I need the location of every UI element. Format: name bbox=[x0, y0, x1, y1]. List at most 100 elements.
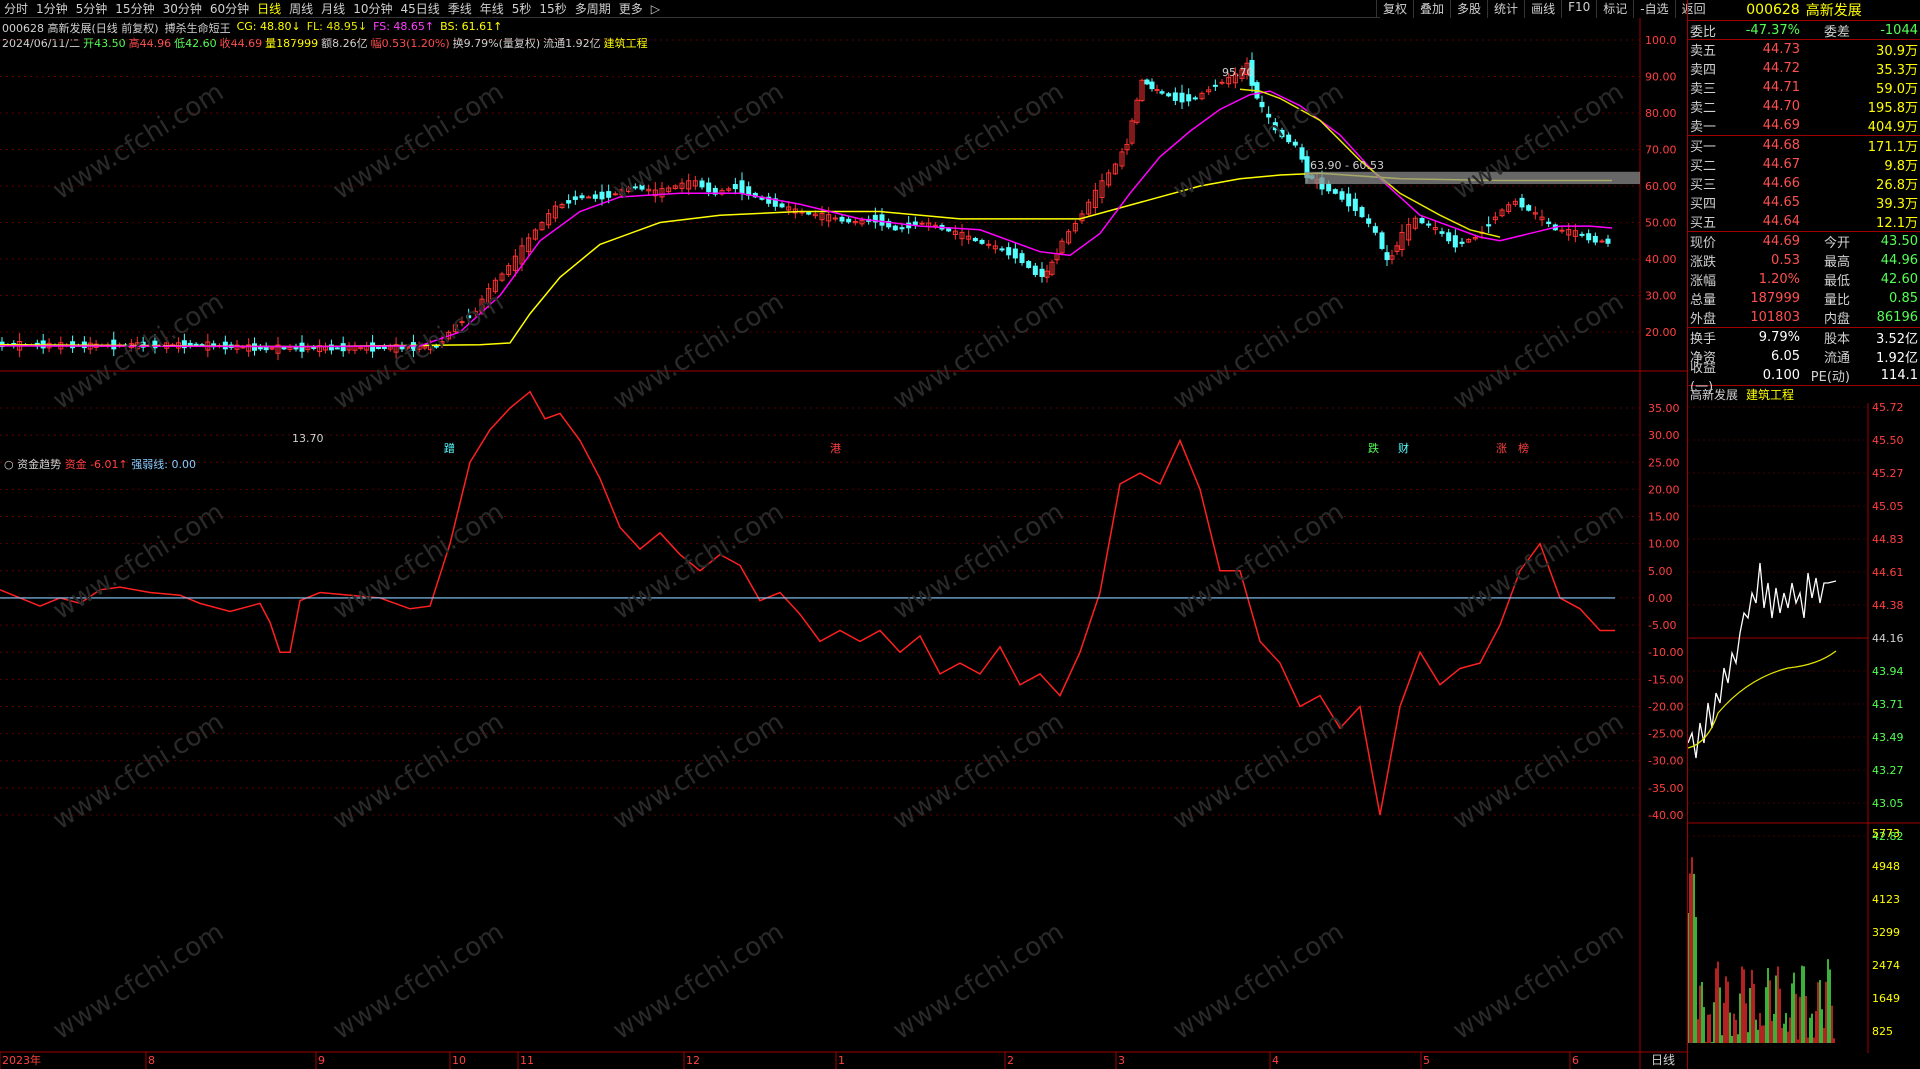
stat-row-1: 涨跌 0.53 最高 44.96 bbox=[1690, 253, 1918, 270]
candle-body bbox=[899, 227, 905, 230]
candle-body bbox=[846, 218, 852, 223]
candle-body bbox=[606, 191, 612, 198]
watermark-text: www.cfchi.com bbox=[888, 287, 1069, 416]
mini-price-label: 43.94 bbox=[1872, 665, 1904, 678]
watermark-text: www.cfchi.com bbox=[328, 917, 509, 1046]
quote-panel: 000628 高新发展 委比 -47.37% 委差 -1044 卖五 44.73 3… bbox=[1687, 0, 1920, 1069]
price-tick-label: 40.00 bbox=[1645, 253, 1677, 266]
watermark-text: www.cfchi.com bbox=[608, 917, 789, 1046]
zone-label: 63.90 - 60.53 bbox=[1310, 159, 1384, 172]
watermark-text: www.cfchi.com bbox=[608, 707, 789, 836]
mini-price-label: 45.27 bbox=[1872, 467, 1904, 480]
low-price-label: 13.70 bbox=[292, 432, 324, 445]
candle-body bbox=[1366, 218, 1372, 224]
candle-body bbox=[381, 346, 387, 349]
candle-body bbox=[1154, 88, 1160, 91]
indicator-tick-label: -40.00 bbox=[1648, 809, 1683, 822]
watermark-text: www.cfchi.com bbox=[888, 707, 1069, 836]
candle-body bbox=[1179, 92, 1185, 103]
candle-body bbox=[1459, 241, 1465, 244]
time-tick-label: 9 bbox=[318, 1054, 325, 1067]
candle-body bbox=[1026, 261, 1032, 268]
mini-price-label: 44.16 bbox=[1872, 632, 1904, 645]
candle-body bbox=[919, 222, 925, 225]
time-tick-label: 11 bbox=[520, 1054, 534, 1067]
mini-avg-line bbox=[1687, 650, 1837, 749]
mini-price-label: 45.72 bbox=[1872, 403, 1904, 414]
event-marker: 榜 bbox=[1518, 441, 1529, 455]
candle-body bbox=[1346, 193, 1352, 207]
candle-body bbox=[1219, 81, 1225, 84]
quote-name: 高新发展 bbox=[1805, 3, 1862, 19]
indicator-tick-label: -25.00 bbox=[1648, 728, 1683, 741]
watermark-text: www.cfchi.com bbox=[48, 77, 229, 206]
candle-body bbox=[1186, 94, 1192, 102]
indicator-tick-label: -15.00 bbox=[1648, 673, 1683, 686]
candle-body bbox=[572, 196, 578, 200]
indicator-tick-label: -5.00 bbox=[1648, 619, 1676, 632]
candle-body bbox=[706, 182, 712, 193]
candle-body bbox=[946, 228, 952, 232]
candle-body bbox=[732, 184, 738, 190]
mini-volume-label: 2474 bbox=[1872, 959, 1900, 972]
watermark-text: www.cfchi.com bbox=[608, 497, 789, 626]
candle-body bbox=[1452, 235, 1458, 248]
candle-body bbox=[599, 191, 605, 200]
candle-body bbox=[1192, 97, 1198, 100]
mini-title: 高新发展 bbox=[1690, 388, 1739, 402]
watermark-text: www.cfchi.com bbox=[1448, 497, 1629, 626]
mini-volume-label: 5773 bbox=[1872, 827, 1900, 840]
watermark-text: www.cfchi.com bbox=[328, 707, 509, 836]
candlestick-chart[interactable]: 100.090.0080.0070.0060.0050.0040.0030.00… bbox=[0, 0, 1687, 1069]
candle-body bbox=[193, 343, 199, 346]
candle-body bbox=[1259, 101, 1265, 108]
indicator-tick-label: 10.00 bbox=[1648, 538, 1680, 551]
sell-levels: 卖五 44.73 30.9万 卖四 44.72 35.3万 卖三 44.71 59.0万 卖二 44… bbox=[1688, 39, 1920, 135]
indicator-name: ○ 资金趋势 bbox=[4, 457, 65, 471]
watermark-text: www.cfchi.com bbox=[888, 77, 1069, 206]
candle-body bbox=[1546, 221, 1552, 225]
candle-body bbox=[999, 248, 1005, 251]
stat-row-2: 涨幅 1.20% 最低 42.60 bbox=[1690, 272, 1918, 289]
candle-body bbox=[1144, 79, 1150, 85]
candle-body bbox=[1526, 205, 1532, 211]
candle-body bbox=[1019, 253, 1025, 264]
fund-value: 资金 -6.01↑ bbox=[65, 457, 132, 471]
candle-body bbox=[1519, 197, 1525, 208]
candle-body bbox=[1326, 183, 1332, 192]
watermark-text: www.cfchi.com bbox=[48, 707, 229, 836]
price-tick-label: 70.00 bbox=[1645, 144, 1677, 157]
sell-level-2: 卖三 44.71 59.0万 bbox=[1690, 80, 1918, 97]
candle-body bbox=[579, 195, 585, 199]
candle-body bbox=[1172, 92, 1178, 101]
stat-row-0: 现价 44.69 今开 43.50 bbox=[1690, 234, 1918, 251]
mini-price-label: 44.83 bbox=[1872, 533, 1904, 546]
sell-level-3: 卖二 44.70 195.8万 bbox=[1690, 99, 1918, 116]
stat2-row-0: 换手 9.79% 股本 3.52亿 bbox=[1690, 330, 1918, 347]
ma-yellow-line bbox=[0, 172, 1612, 348]
mini-volume-label: 4948 bbox=[1872, 860, 1900, 873]
candle-body bbox=[311, 346, 317, 349]
time-tick-label: 3 bbox=[1118, 1054, 1125, 1067]
price-tick-label: 20.00 bbox=[1645, 326, 1677, 339]
time-tick-label: 1 bbox=[838, 1054, 845, 1067]
time-tick-label: 12 bbox=[686, 1054, 700, 1067]
candle-body bbox=[1592, 235, 1598, 243]
stats-block: 现价 44.69 今开 43.50 涨跌 0.53 最高 44.96 涨幅 1.20% 最低 42.6… bbox=[1688, 231, 1920, 327]
watermark-text: www.cfchi.com bbox=[608, 287, 789, 416]
indicator-tick-label: 30.00 bbox=[1648, 429, 1680, 442]
mini-volume-label: 825 bbox=[1872, 1025, 1893, 1038]
candle-body bbox=[1579, 233, 1585, 236]
candle-body bbox=[832, 217, 838, 220]
candle-body bbox=[375, 346, 381, 349]
candle-body bbox=[340, 343, 346, 352]
mini-volume-label: 3299 bbox=[1872, 926, 1900, 939]
candle-body bbox=[1339, 191, 1345, 200]
candle-body bbox=[699, 180, 705, 188]
candle-body bbox=[334, 347, 340, 350]
mini-sector[interactable]: 建筑工程 bbox=[1746, 386, 1794, 403]
quote-code: 000628 bbox=[1746, 2, 1800, 18]
indicator-tick-label: -30.00 bbox=[1648, 755, 1683, 768]
intraday-chart[interactable]: 45.72 45.50 45.27 45.05 44.83 44.61 44.38 44.16… bbox=[1687, 401, 1920, 1053]
watermark-text: www.cfchi.com bbox=[48, 917, 229, 1046]
